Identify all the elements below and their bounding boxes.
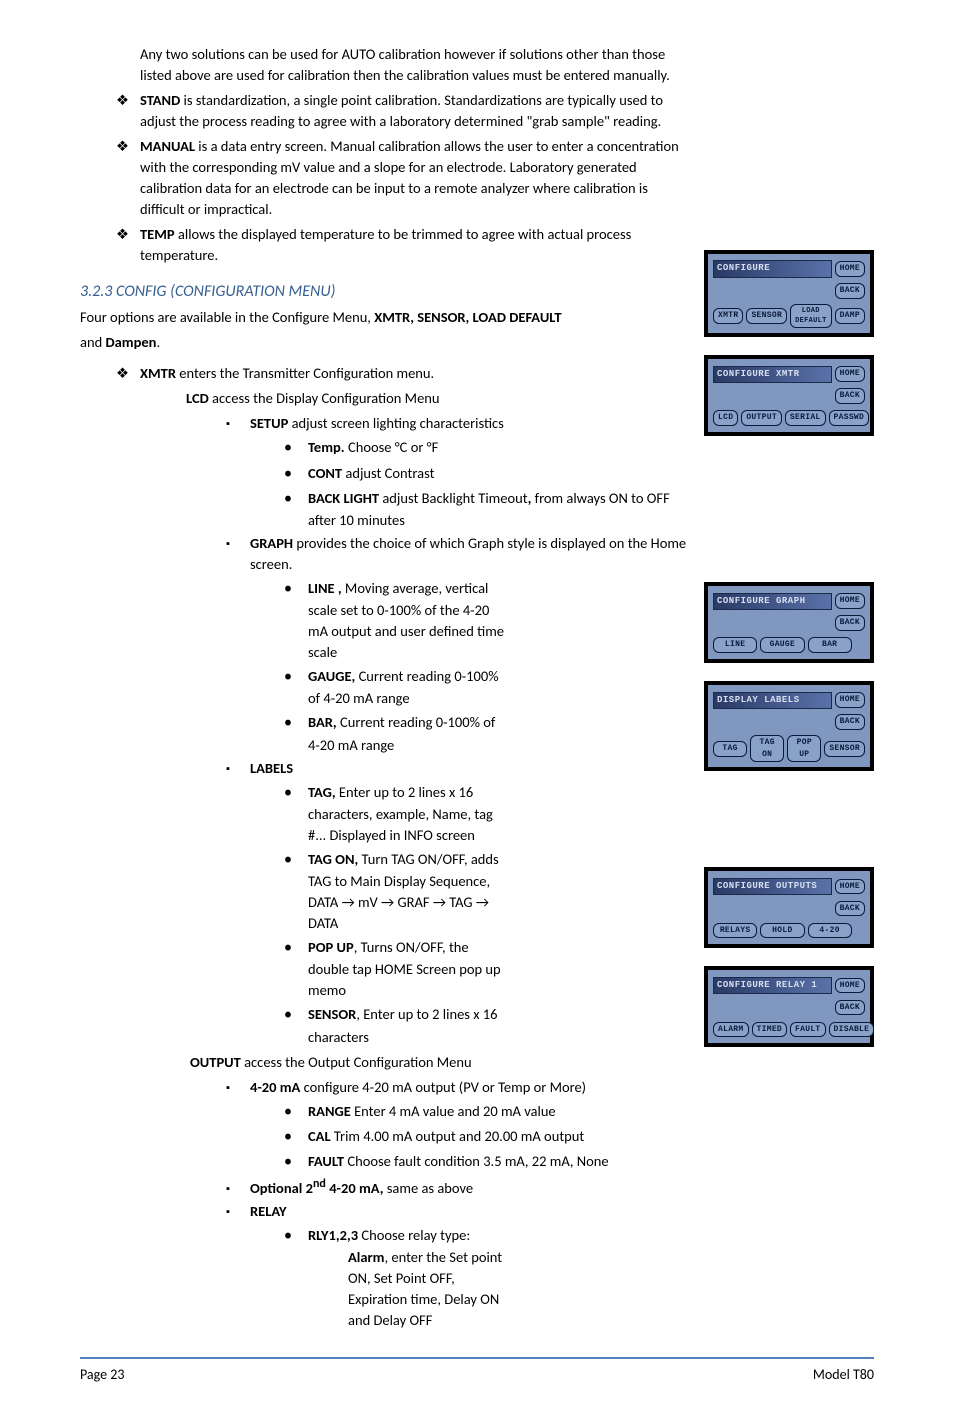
bar-item: BAR, Current reading 0-100% of 4-20 mA r…: [308, 711, 510, 755]
screen-title: CONFIGURE GRAPH: [713, 593, 832, 610]
xmtr-list: XMTR enters the Transmitter Configuratio…: [80, 363, 690, 384]
line-item: LINE , Moving average, vertical scale se…: [308, 577, 510, 663]
screen-configure-graph: CONFIGURE GRAPHHOME BACK LINE GAUGE BAR: [704, 582, 874, 663]
lcd-line: LCD access the Display Configuration Men…: [80, 388, 690, 409]
top-bullets: STAND is standardization, a single point…: [80, 90, 690, 266]
graph-sublist: LINE , Moving average, vertical scale se…: [250, 577, 690, 756]
config-intro-1: Four options are available in the Config…: [80, 307, 690, 328]
relay-sublist: RLY1,2,3 Choose relay type: Alarm, enter…: [250, 1224, 690, 1331]
sensor-item: SENSOR, Enter up to 2 lines x 16 charact…: [308, 1003, 510, 1047]
screen-title: DISPLAY LABELS: [713, 692, 832, 709]
serial-button[interactable]: SERIAL: [785, 410, 826, 426]
timed-button[interactable]: TIMED: [752, 1022, 788, 1038]
home-button[interactable]: HOME: [835, 261, 865, 277]
tagon-button[interactable]: TAG ON: [750, 735, 784, 762]
screen-configure-relay: CONFIGURE RELAY 1HOME BACK ALARM TIMED F…: [704, 966, 874, 1047]
stand-item: STAND is standardization, a single point…: [140, 90, 690, 132]
output-sublist: 4-20 mA configure 4-20 mA output (PV or …: [80, 1077, 690, 1332]
relay-item: RELAY RLY1,2,3 Choose relay type: Alarm,…: [250, 1201, 690, 1331]
screen-title: CONFIGURE: [713, 260, 832, 277]
config-intro-2: and Dampen.: [80, 332, 690, 353]
gauge-item: GAUGE, Current reading 0-100% of 4-20 mA…: [308, 665, 510, 709]
sensor-button[interactable]: SENSOR: [746, 308, 787, 324]
screen-title: CONFIGURE OUTPUTS: [713, 878, 832, 895]
fault-item: FAULT Choose fault condition 3.5 mA, 22 …: [308, 1150, 690, 1173]
output-button[interactable]: OUTPUT: [741, 410, 782, 426]
home-button[interactable]: HOME: [835, 366, 865, 382]
popup-button[interactable]: POP UP: [787, 735, 821, 762]
screens-column: CONFIGUREHOME BACK XMTR SENSOR LOAD DEFA…: [704, 40, 874, 1333]
passwd-button[interactable]: PASSWD: [829, 410, 870, 426]
tag-item: TAG, Enter up to 2 lines x 16 characters…: [308, 781, 510, 846]
home-button[interactable]: HOME: [835, 879, 865, 895]
setup-item: SETUP adjust screen lighting characteris…: [250, 413, 690, 531]
page-number: Page 23: [80, 1365, 124, 1385]
back-button[interactable]: BACK: [835, 388, 865, 404]
cal-item: CAL Trim 4.00 mA output and 20.00 mA out…: [308, 1125, 690, 1148]
fault-button[interactable]: FAULT: [790, 1022, 826, 1038]
screen-title: CONFIGURE XMTR: [713, 366, 832, 383]
labels-item: LABELS TAG, Enter up to 2 lines x 16 cha…: [250, 758, 690, 1048]
lcd-sublist: SETUP adjust screen lighting characteris…: [80, 413, 690, 1047]
graph-item: GRAPH provides the choice of which Graph…: [250, 533, 690, 756]
tagon-item: TAG ON, Turn TAG ON/OFF, adds TAG to Mai…: [308, 848, 510, 934]
alarm-line: Alarm, enter the Set point ON, Set Point…: [308, 1247, 510, 1331]
disable-button[interactable]: DISABLE: [829, 1022, 875, 1038]
screen-title: CONFIGURE RELAY 1: [713, 977, 832, 994]
back-button[interactable]: BACK: [835, 1000, 865, 1016]
model-label: Model T80: [813, 1365, 874, 1385]
back-button[interactable]: BACK: [835, 714, 865, 730]
xmtr-item: XMTR enters the Transmitter Configuratio…: [140, 363, 690, 384]
relays-button[interactable]: RELAYS: [713, 923, 757, 939]
rly-item: RLY1,2,3 Choose relay type: Alarm, enter…: [308, 1224, 510, 1331]
sensor-button[interactable]: SENSOR: [824, 741, 865, 757]
home-button[interactable]: HOME: [835, 978, 865, 994]
4-20-button[interactable]: 4-20: [808, 923, 852, 939]
intro-paragraph: Any two solutions can be used for AUTO c…: [80, 44, 690, 86]
ft-sublist: RANGE Enter 4 mA value and 20 mA value C…: [250, 1100, 690, 1174]
bar-button[interactable]: BAR: [808, 637, 852, 653]
xmtr-button[interactable]: XMTR: [713, 308, 743, 324]
line-button[interactable]: LINE: [713, 637, 757, 653]
ft-item: 4-20 mA configure 4-20 mA output (PV or …: [250, 1077, 690, 1174]
labels-sublist: TAG, Enter up to 2 lines x 16 characters…: [250, 781, 690, 1048]
page-footer: Page 23 Model T80: [80, 1357, 874, 1385]
manual-item: MANUAL is a data entry screen. Manual ca…: [140, 136, 690, 220]
popup-item: POP UP, Turns ON/OFF, the double tap HOM…: [308, 936, 510, 1001]
gauge-button[interactable]: GAUGE: [760, 637, 804, 653]
hold-button[interactable]: HOLD: [760, 923, 804, 939]
screen-configure-outputs: CONFIGURE OUTPUTSHOME BACK RELAYS HOLD 4…: [704, 867, 874, 948]
setup-sublist: Temp. Choose °C or °F CONT adjust Contra…: [250, 436, 690, 531]
back-button[interactable]: BACK: [835, 901, 865, 917]
output-line: OUTPUT access the Output Configuration M…: [80, 1052, 690, 1073]
optional-item: Optional 2nd 4-20 mA, same as above: [250, 1175, 690, 1199]
screen-configure-xmtr: CONFIGURE XMTRHOME BACK LCD OUTPUT SERIA…: [704, 355, 874, 436]
tag-button[interactable]: TAG: [713, 741, 747, 757]
lcd-button[interactable]: LCD: [713, 410, 738, 426]
backlight-item: BACK LIGHT adjust Backlight Timeout, fro…: [308, 487, 690, 531]
home-button[interactable]: HOME: [835, 593, 865, 609]
load-default-button[interactable]: LOAD DEFAULT: [790, 304, 832, 328]
main-column: Any two solutions can be used for AUTO c…: [80, 40, 690, 1333]
alarm-button[interactable]: ALARM: [713, 1022, 749, 1038]
back-button[interactable]: BACK: [835, 615, 865, 631]
temp-choose: Temp. Choose °C or °F: [308, 436, 690, 459]
temp-item: TEMP allows the displayed temperature to…: [140, 224, 690, 266]
range-item: RANGE Enter 4 mA value and 20 mA value: [308, 1100, 690, 1123]
section-heading: 3.2.3 CONFIG (CONFIGURATION MENU): [80, 280, 690, 303]
screen-configure: CONFIGUREHOME BACK XMTR SENSOR LOAD DEFA…: [704, 250, 874, 337]
screen-display-labels: DISPLAY LABELSHOME BACK TAG TAG ON POP U…: [704, 681, 874, 771]
home-button[interactable]: HOME: [835, 692, 865, 708]
back-button[interactable]: BACK: [835, 283, 865, 299]
cont-item: CONT adjust Contrast: [308, 462, 690, 485]
damp-button[interactable]: DAMP: [835, 308, 865, 324]
